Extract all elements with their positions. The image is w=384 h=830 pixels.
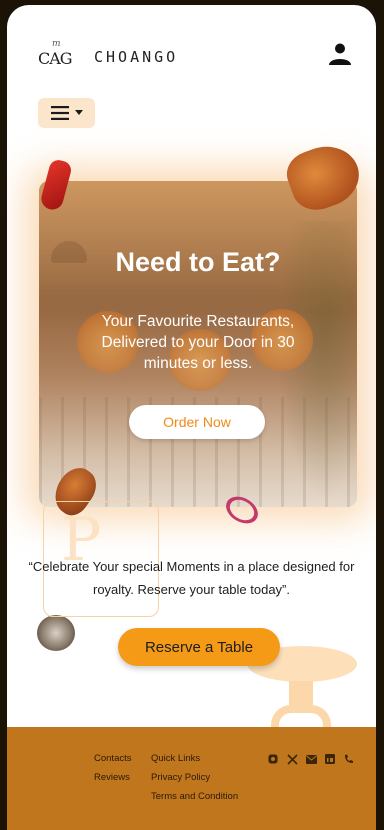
phone-icon[interactable] <box>343 753 355 765</box>
linkedin-icon[interactable] <box>324 753 336 765</box>
food-bowl-image <box>37 615 75 651</box>
instagram-icon[interactable] <box>267 753 279 765</box>
reserve-table-button[interactable]: Reserve a Table <box>118 628 280 666</box>
footer-link-contacts[interactable]: Contacts <box>94 749 132 768</box>
order-now-button[interactable]: Order Now <box>129 405 265 439</box>
table-illustration-base <box>271 705 331 729</box>
footer-link-terms[interactable]: Terms and Condition <box>151 787 238 806</box>
footer-column-main: Contacts Reviews <box>94 749 132 787</box>
phone-screen: m CAG CHOANGO Need to Eat? Your Favourit… <box>7 5 376 830</box>
footer-link-quick-links[interactable]: Quick Links <box>151 749 238 768</box>
logo-mark-text: CAG <box>38 49 73 68</box>
footer-link-reviews[interactable]: Reviews <box>94 768 132 787</box>
footer: Contacts Reviews Quick Links Privacy Pol… <box>7 727 376 830</box>
hero-banner: Need to Eat? Your Favourite Restaurants,… <box>39 181 357 507</box>
hero-title: Need to Eat? <box>115 247 281 277</box>
footer-link-privacy-policy[interactable]: Privacy Policy <box>151 768 238 787</box>
mail-icon[interactable] <box>305 753 317 765</box>
user-account-button[interactable] <box>325 39 355 69</box>
reservation-quote: “Celebrate Your special Moments in a pla… <box>28 559 355 597</box>
logo[interactable]: m CAG CHOANGO <box>38 39 179 69</box>
social-links <box>267 753 355 765</box>
menu-dropdown-button[interactable] <box>38 98 95 128</box>
logo-small-text: m <box>52 39 61 49</box>
caret-down-icon <box>74 110 83 115</box>
user-icon <box>329 43 351 65</box>
logo-mark: m CAG <box>38 39 74 69</box>
hero-subtitle: Your Favourite Restaurants, Delivered to… <box>101 313 295 372</box>
hamburger-icon <box>50 106 69 120</box>
x-icon[interactable] <box>286 753 298 765</box>
footer-column-links: Quick Links Privacy Policy Terms and Con… <box>151 749 238 806</box>
chili-pepper-image <box>38 158 74 212</box>
brand-name: CHOANGO <box>94 48 179 66</box>
